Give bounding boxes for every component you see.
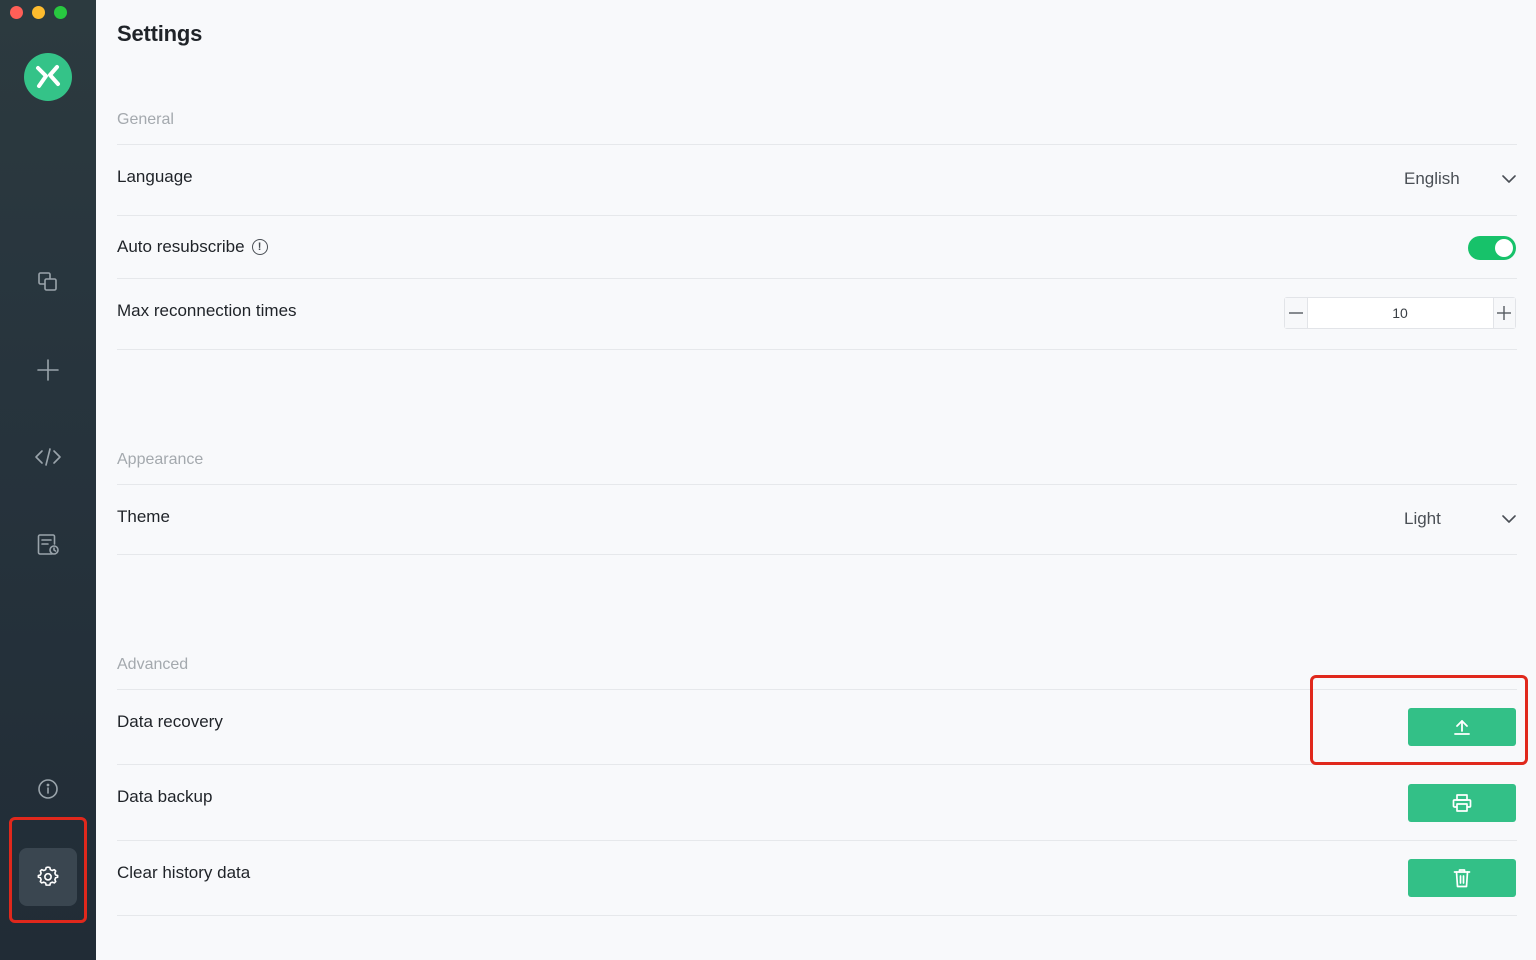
max-reconnect-stepper — [1284, 297, 1516, 329]
section-general-title: General — [117, 111, 174, 128]
theme-label: Theme — [117, 507, 170, 527]
mqttx-logo-icon[interactable] — [24, 53, 72, 101]
divider — [117, 215, 1517, 216]
divider — [117, 915, 1517, 916]
log-icon[interactable] — [28, 525, 68, 565]
clear-history-label-text: Clear history data — [117, 863, 251, 882]
divider — [117, 144, 1517, 145]
clear-history-button[interactable] — [1408, 859, 1516, 897]
plus-icon — [1497, 306, 1512, 320]
settings-panel: Settings General Language English Auto r… — [96, 0, 1536, 960]
divider — [117, 278, 1517, 279]
upload-icon — [1454, 720, 1470, 735]
info-icon[interactable] — [28, 769, 68, 809]
connections-icon[interactable] — [28, 262, 68, 302]
trash-icon — [1453, 869, 1471, 888]
divider — [117, 689, 1517, 690]
gear-icon — [37, 866, 59, 886]
code-icon[interactable] — [28, 437, 68, 477]
printer-icon — [1452, 794, 1472, 812]
chevron-down-icon — [1502, 514, 1516, 523]
max-reconnect-input[interactable] — [1307, 298, 1493, 328]
max-reconnect-label: Max reconnection times — [117, 301, 297, 321]
max-reconnect-label-text: Max reconnection times — [117, 301, 297, 320]
data-recovery-button[interactable] — [1408, 708, 1516, 746]
increment-button[interactable] — [1492, 298, 1515, 328]
minus-icon — [1288, 312, 1303, 314]
language-value: English — [1404, 169, 1460, 188]
divider — [117, 840, 1517, 841]
app-window: Settings General Language English Auto r… — [0, 0, 1536, 960]
section-advanced-title: Advanced — [117, 656, 189, 673]
theme-label-text: Theme — [117, 507, 170, 526]
auto-resubscribe-label-text: Auto resubscribe — [117, 237, 245, 256]
sidebar — [0, 0, 96, 960]
theme-select[interactable]: Light — [1404, 504, 1516, 534]
language-select[interactable]: English — [1404, 164, 1516, 194]
theme-value: Light — [1404, 509, 1441, 528]
language-label-text: Language — [117, 167, 193, 186]
page-title: Settings — [117, 21, 203, 46]
plus-icon[interactable] — [28, 350, 68, 390]
language-label: Language — [117, 167, 193, 187]
window-controls — [10, 6, 67, 19]
data-recovery-label: Data recovery — [117, 712, 223, 732]
auto-resubscribe-label: Auto resubscribe ! — [117, 237, 268, 257]
data-backup-label-text: Data backup — [117, 787, 213, 806]
data-backup-label: Data backup — [117, 787, 212, 807]
minimize-window-button[interactable] — [32, 6, 45, 19]
data-recovery-label-text: Data recovery — [117, 712, 223, 731]
auto-resubscribe-toggle[interactable] — [1468, 236, 1516, 260]
data-backup-button[interactable] — [1408, 784, 1516, 822]
close-window-button[interactable] — [10, 6, 23, 19]
decrement-button[interactable] — [1285, 298, 1308, 328]
section-appearance-title: Appearance — [117, 451, 204, 468]
settings-nav-button[interactable] — [19, 848, 77, 906]
divider — [117, 554, 1517, 555]
clear-history-label: Clear history data — [117, 863, 250, 883]
divider — [117, 349, 1517, 350]
chevron-down-icon — [1502, 174, 1516, 183]
toggle-knob — [1495, 239, 1513, 257]
divider — [117, 764, 1517, 765]
maximize-window-button[interactable] — [54, 6, 67, 19]
alert-info-icon[interactable]: ! — [251, 239, 268, 255]
divider — [117, 484, 1517, 485]
